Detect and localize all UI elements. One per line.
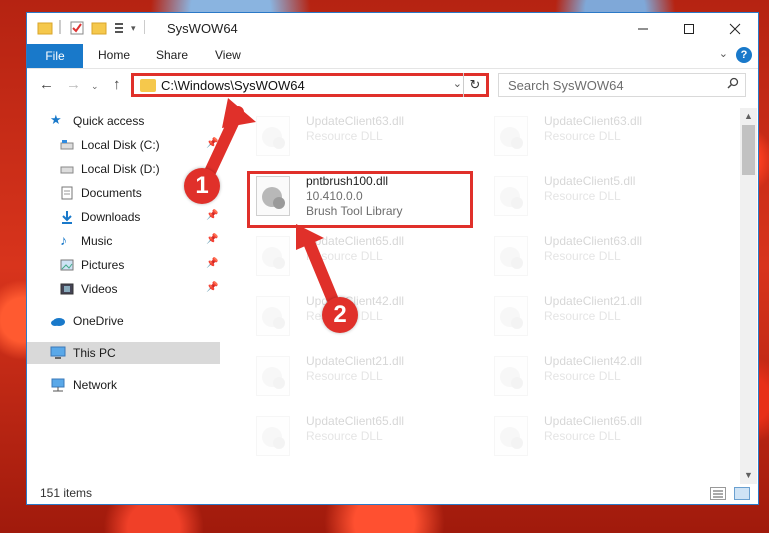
step-badge-2: 2 — [322, 297, 358, 333]
arrow-2 — [302, 234, 338, 304]
step-badge-1: 1 — [184, 168, 220, 204]
annotation-arrows — [204, 98, 338, 304]
arrow-1-head — [222, 98, 256, 128]
